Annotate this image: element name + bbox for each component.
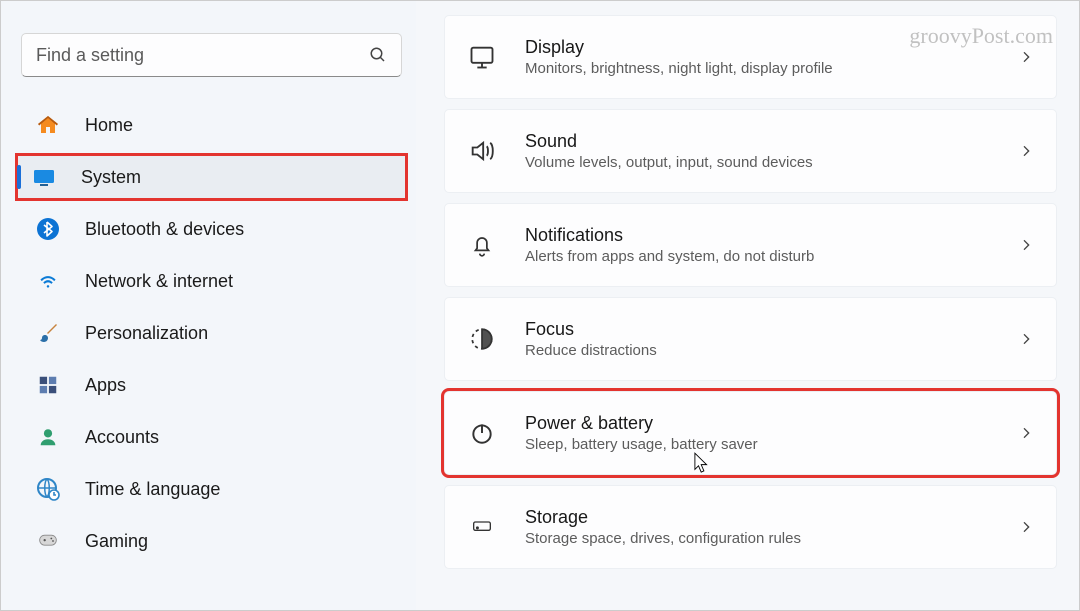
display-icon xyxy=(467,42,497,72)
gamepad-icon xyxy=(35,528,61,554)
chevron-right-icon xyxy=(1018,143,1034,159)
sidebar-item-personalization[interactable]: Personalization xyxy=(19,309,404,357)
search-input[interactable] xyxy=(36,45,369,66)
bell-icon xyxy=(467,230,497,260)
row-title: Focus xyxy=(525,319,1018,340)
row-title: Power & battery xyxy=(525,413,1018,434)
row-title: Display xyxy=(525,37,1018,58)
main-panel: Display Monitors, brightness, night ligh… xyxy=(416,1,1079,610)
nav-list: Home System Bluetooth & devices Network … xyxy=(15,99,408,567)
setting-storage[interactable]: Storage Storage space, drives, configura… xyxy=(444,485,1057,569)
globe-clock-icon xyxy=(35,476,61,502)
sidebar-item-label: Time & language xyxy=(85,479,220,500)
chevron-right-icon xyxy=(1018,49,1034,65)
setting-sound[interactable]: Sound Volume levels, output, input, soun… xyxy=(444,109,1057,193)
sidebar-item-network[interactable]: Network & internet xyxy=(19,257,404,305)
row-sub: Sleep, battery usage, battery saver xyxy=(525,436,1018,453)
sidebar-item-label: Accounts xyxy=(85,427,159,448)
row-sub: Reduce distractions xyxy=(525,342,1018,359)
sidebar-item-home[interactable]: Home xyxy=(19,101,404,149)
sidebar: Home System Bluetooth & devices Network … xyxy=(1,1,416,610)
bluetooth-icon xyxy=(35,216,61,242)
row-sub: Alerts from apps and system, do not dist… xyxy=(525,248,1018,265)
setting-focus[interactable]: Focus Reduce distractions xyxy=(444,297,1057,381)
row-title: Sound xyxy=(525,131,1018,152)
sidebar-item-system[interactable]: System xyxy=(15,153,408,201)
row-sub: Volume levels, output, input, sound devi… xyxy=(525,154,1018,171)
sidebar-item-label: Apps xyxy=(85,375,126,396)
sidebar-item-label: System xyxy=(81,167,141,188)
row-sub: Monitors, brightness, night light, displ… xyxy=(525,60,1018,77)
chevron-right-icon xyxy=(1018,237,1034,253)
sidebar-item-label: Gaming xyxy=(85,531,148,552)
row-text: Sound Volume levels, output, input, soun… xyxy=(525,131,1018,171)
sidebar-item-accounts[interactable]: Accounts xyxy=(19,413,404,461)
sidebar-item-apps[interactable]: Apps xyxy=(19,361,404,409)
sound-icon xyxy=(467,136,497,166)
row-text: Display Monitors, brightness, night ligh… xyxy=(525,37,1018,77)
chevron-right-icon xyxy=(1018,519,1034,535)
sidebar-item-label: Network & internet xyxy=(85,271,233,292)
sidebar-item-label: Personalization xyxy=(85,323,208,344)
chevron-right-icon xyxy=(1018,425,1034,441)
search-icon xyxy=(369,46,387,64)
setting-display[interactable]: Display Monitors, brightness, night ligh… xyxy=(444,15,1057,99)
row-title: Storage xyxy=(525,507,1018,528)
home-icon xyxy=(35,112,61,138)
row-text: Power & battery Sleep, battery usage, ba… xyxy=(525,413,1018,453)
focus-icon xyxy=(467,324,497,354)
system-icon xyxy=(31,164,57,190)
row-text: Focus Reduce distractions xyxy=(525,319,1018,359)
brush-icon xyxy=(35,320,61,346)
sidebar-item-label: Bluetooth & devices xyxy=(85,219,244,240)
search-box[interactable] xyxy=(21,33,402,77)
row-title: Notifications xyxy=(525,225,1018,246)
power-icon xyxy=(467,418,497,448)
setting-power-battery[interactable]: Power & battery Sleep, battery usage, ba… xyxy=(444,391,1057,475)
setting-notifications[interactable]: Notifications Alerts from apps and syste… xyxy=(444,203,1057,287)
sidebar-item-gaming[interactable]: Gaming xyxy=(19,517,404,565)
chevron-right-icon xyxy=(1018,331,1034,347)
person-icon xyxy=(35,424,61,450)
storage-icon xyxy=(467,512,497,542)
row-text: Storage Storage space, drives, configura… xyxy=(525,507,1018,547)
sidebar-item-bluetooth[interactable]: Bluetooth & devices xyxy=(19,205,404,253)
row-text: Notifications Alerts from apps and syste… xyxy=(525,225,1018,265)
sidebar-item-time[interactable]: Time & language xyxy=(19,465,404,513)
sidebar-item-label: Home xyxy=(85,115,133,136)
apps-icon xyxy=(35,372,61,398)
wifi-icon xyxy=(35,268,61,294)
row-sub: Storage space, drives, configuration rul… xyxy=(525,530,1018,547)
